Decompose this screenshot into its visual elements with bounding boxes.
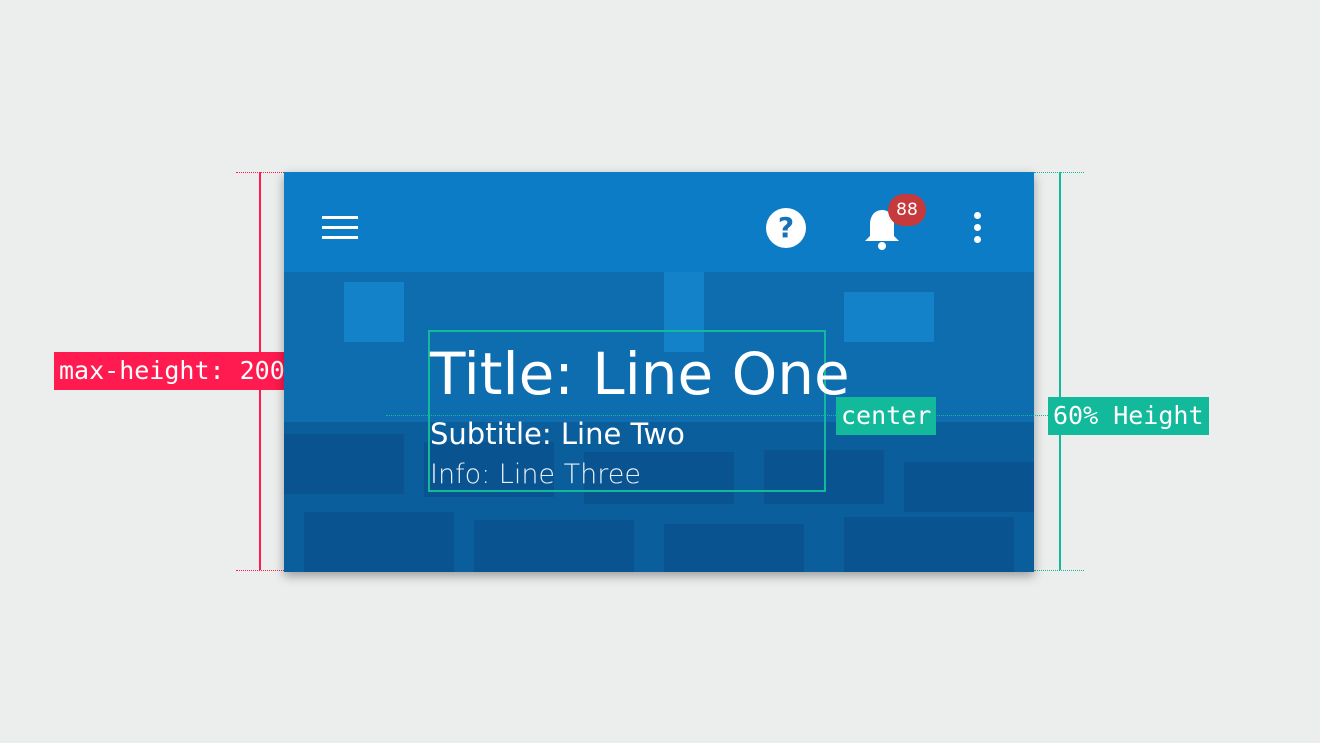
center-guide-line — [386, 415, 1048, 416]
help-icon[interactable]: ? — [766, 208, 806, 248]
max-height-bottom-guide — [236, 570, 284, 571]
app-bar: ? 88 Title: Line One Subtitle: Line Two … — [284, 172, 1034, 572]
title-line-one: Title: Line One — [430, 340, 850, 408]
height-dimension-line — [1059, 172, 1061, 570]
menu-icon[interactable] — [322, 216, 358, 242]
more-vert-icon[interactable] — [974, 212, 982, 245]
subtitle-line-two: Subtitle: Line Two — [430, 417, 685, 451]
notification-badge: 88 — [888, 194, 926, 226]
max-height-annotation: max-height: 200dp — [54, 352, 320, 390]
height-bottom-guide — [1034, 570, 1084, 571]
center-annotation: center — [836, 397, 937, 435]
height-ratio-annotation: 60% Height — [1048, 397, 1209, 435]
title-block: Title: Line One Subtitle: Line Two Info:… — [428, 330, 850, 492]
info-line-three: Info: Line Three — [430, 459, 641, 490]
